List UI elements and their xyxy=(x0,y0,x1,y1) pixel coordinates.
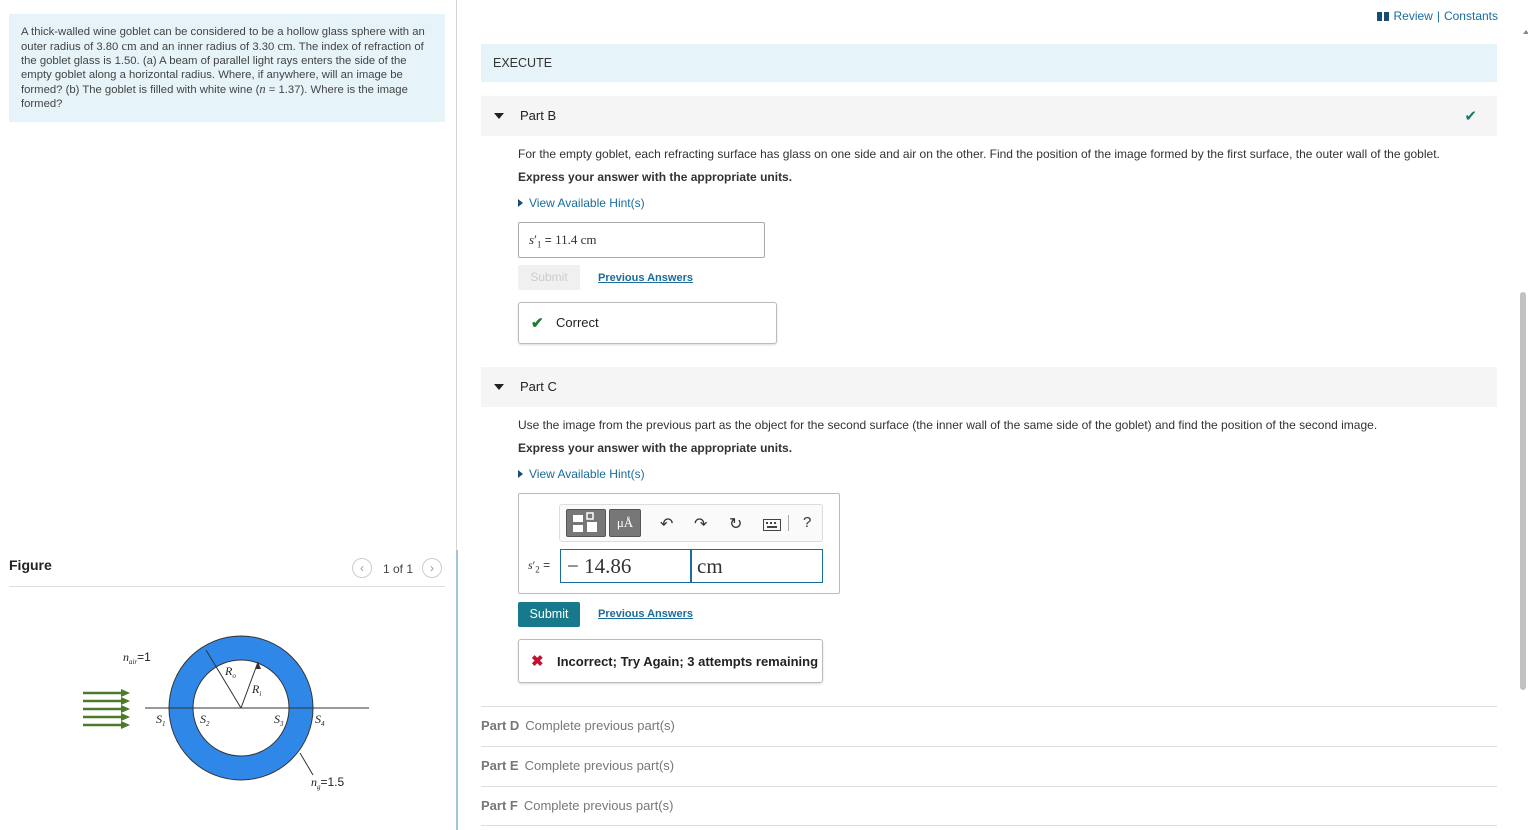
n-air-label: nair=1 xyxy=(123,650,151,666)
part-label: Part D xyxy=(481,718,520,733)
figure-counter: 1 of 1 xyxy=(383,562,414,576)
ng-leader-line xyxy=(299,752,314,776)
scrollbar-thumb[interactable] xyxy=(1520,292,1526,690)
part-b-hint-toggle[interactable]: View Available Hint(s) xyxy=(518,196,645,210)
review-link[interactable]: Review xyxy=(1393,9,1432,23)
part-b-answer-display: s′1 = 11.4 cm xyxy=(518,222,765,258)
part-status: Complete previous part(s) xyxy=(525,718,675,733)
part-c-header[interactable]: Part C xyxy=(481,367,1497,407)
part-b-previous-answers-link[interactable]: Previous Answers xyxy=(598,272,693,284)
keyboard-icon[interactable] xyxy=(763,519,781,531)
book-icon xyxy=(1377,11,1390,21)
part-c-answer-label: s′2 = xyxy=(528,558,551,575)
part-c-unit-input[interactable]: cm xyxy=(691,549,823,583)
part-c-submit-button[interactable]: Submit xyxy=(518,602,580,627)
caret-right-icon xyxy=(518,199,523,207)
help-button[interactable]: ? xyxy=(803,514,811,531)
goblet-diagram: nair=1 Ro Ri S1 S2 S3 S4 ng=1.5 xyxy=(83,635,369,791)
part-c-instruction: Use the image from the previous part as … xyxy=(518,418,1378,432)
part-c-hint-toggle[interactable]: View Available Hint(s) xyxy=(518,467,645,481)
part-b-header[interactable]: Part B ✔ xyxy=(481,96,1497,136)
feedback-text: Correct xyxy=(556,315,599,330)
check-icon: ✔ xyxy=(531,315,544,332)
collapse-triangle-icon xyxy=(494,113,504,119)
figure-heading: Figure xyxy=(9,557,52,573)
part-c-title: Part C xyxy=(520,379,557,394)
units-button[interactable]: μÅ xyxy=(609,509,641,537)
link-separator: | xyxy=(1436,9,1440,23)
undo-icon[interactable]: ↶ xyxy=(660,514,673,534)
figure-next-button[interactable]: › xyxy=(422,558,442,578)
part-b-submit-button[interactable]: Submit xyxy=(518,265,580,290)
part-c-previous-answers-link[interactable]: Previous Answers xyxy=(598,608,693,620)
part-label: Part E xyxy=(481,758,519,773)
part-b-feedback: ✔ Correct xyxy=(518,302,777,344)
section-header: EXECUTE xyxy=(481,44,1497,82)
review-constants-links: Review | Constants xyxy=(1377,9,1498,23)
part-b-title: Part B xyxy=(520,108,557,123)
x-mark-icon: ✖ xyxy=(531,653,544,670)
part-c-feedback: ✖ Incorrect; Try Again; 3 attempts remai… xyxy=(518,639,823,683)
part-label: Part F xyxy=(481,798,518,813)
chevron-left-icon: ‹ xyxy=(360,561,364,575)
problem-statement: A thick-walled wine goblet can be consid… xyxy=(9,14,445,122)
hint-label: View Available Hint(s) xyxy=(529,467,645,481)
part-d-row[interactable]: Part D Complete previous part(s) xyxy=(481,706,1497,746)
collapse-triangle-icon xyxy=(494,384,504,390)
ro-label: Ro xyxy=(224,664,236,680)
part-status: Complete previous part(s) xyxy=(523,798,674,813)
ri-label: Ri xyxy=(251,682,261,698)
template-icon xyxy=(573,512,597,532)
part-e-row[interactable]: Part E Complete previous part(s) xyxy=(481,746,1497,786)
n-g-label: ng=1.5 xyxy=(311,775,345,791)
caret-right-icon xyxy=(518,470,523,478)
hint-label: View Available Hint(s) xyxy=(529,196,645,210)
redo-icon[interactable]: ↷ xyxy=(694,514,707,534)
s4-label: S4 xyxy=(315,712,325,728)
s3-label: S3 xyxy=(274,712,284,728)
feedback-text: Incorrect; Try Again; 3 attempts remaini… xyxy=(557,654,819,669)
scroll-up-arrow-icon[interactable] xyxy=(1523,30,1528,34)
chevron-right-icon: › xyxy=(430,561,434,575)
part-status: Complete previous part(s) xyxy=(524,758,675,773)
reset-icon[interactable]: ↻ xyxy=(729,514,742,534)
checkmark-icon: ✔ xyxy=(1464,108,1477,125)
figure-prev-button[interactable]: ‹ xyxy=(352,558,372,578)
part-c-units-note: Express your answer with the appropriate… xyxy=(518,441,793,455)
math-toolbar: μÅ ↶ ↷ ↻ ? xyxy=(559,504,823,542)
s1-label: S1 xyxy=(156,712,166,728)
toolbar-separator xyxy=(788,515,789,531)
light-rays xyxy=(83,689,130,729)
s2-label: S2 xyxy=(200,712,210,728)
template-button[interactable] xyxy=(566,509,606,537)
pane-divider-highlight xyxy=(456,550,458,830)
part-f-row[interactable]: Part F Complete previous part(s) xyxy=(481,786,1497,826)
part-b-instruction: For the empty goblet, each refracting su… xyxy=(518,147,1440,161)
part-c-value-input[interactable]: − 14.86 xyxy=(560,549,691,583)
constants-link[interactable]: Constants xyxy=(1444,9,1498,23)
part-b-units-note: Express your answer with the appropriate… xyxy=(518,170,793,184)
figure-divider xyxy=(9,586,445,587)
